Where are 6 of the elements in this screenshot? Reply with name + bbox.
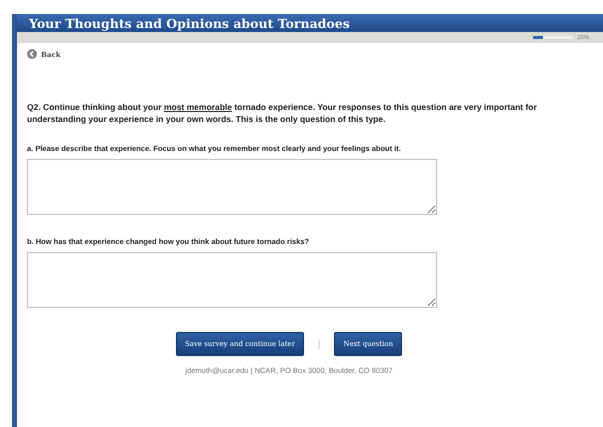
answer-box[interactable] xyxy=(27,252,437,308)
back-icon xyxy=(27,49,37,59)
separator: | xyxy=(318,338,320,349)
question-text: Q2. Continue thinking about your most memorable tornado experience. Your responses to this question are very important for understanding your experience in your own words. This is the only question of this type. xyxy=(27,101,537,126)
answer-box[interactable] xyxy=(27,158,437,215)
window-title: Your Thoughts and Opinions about Tornadoes xyxy=(29,16,350,30)
